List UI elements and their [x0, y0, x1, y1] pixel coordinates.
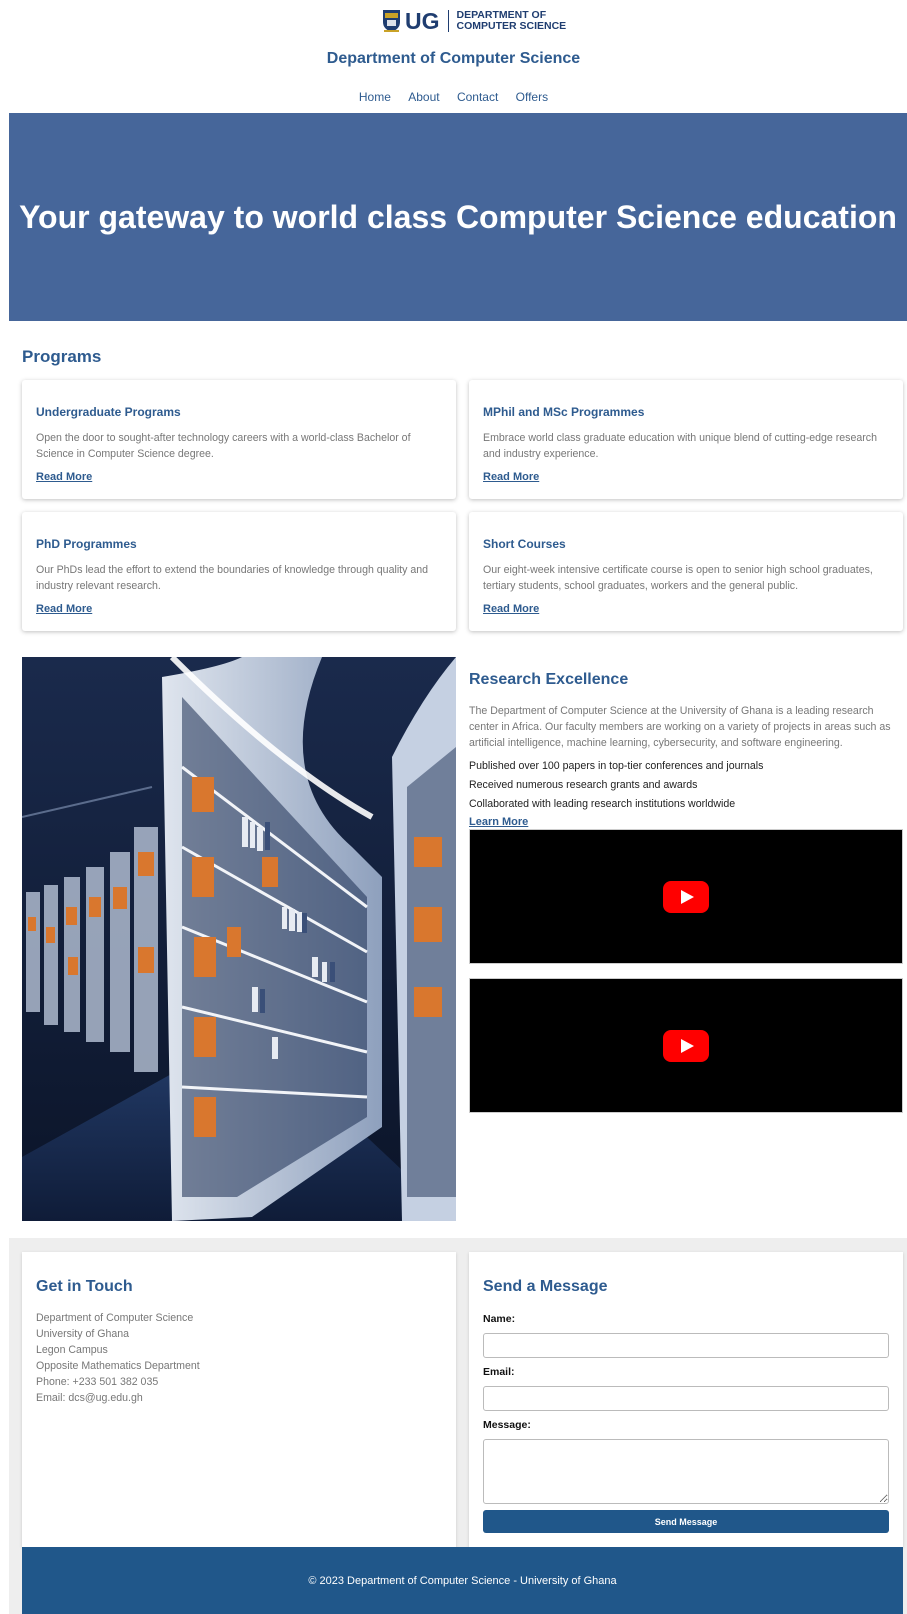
program-card-title: MPhil and MSc Programmes: [483, 405, 645, 419]
library-image: [22, 657, 456, 1221]
program-card-text: Open the door to sought-after technology…: [36, 432, 411, 460]
address-line: Opposite Mathematics Department: [36, 1360, 200, 1372]
program-card-title: Short Courses: [483, 537, 566, 551]
program-card-mphil-msc: MPhil and MSc Programmes Embrace world c…: [469, 380, 903, 499]
program-card-text: Our PhDs lead the effort to extend the b…: [36, 564, 429, 592]
program-card-phd: PhD Programmes Our PhDs lead the effort …: [22, 512, 456, 631]
program-card-short-courses: Short Courses Our eight-week intensive c…: [469, 512, 903, 631]
research-description: The Department of Computer Science at th…: [469, 705, 891, 749]
site-header: UG DEPARTMENT OF COMPUTER SCIENCE Depart…: [0, 0, 907, 113]
ug-logo[interactable]: UG DEPARTMENT OF COMPUTER SCIENCE: [382, 8, 566, 34]
nav-contact[interactable]: Contact: [457, 90, 498, 104]
email-label: Email:: [483, 1366, 515, 1378]
form-title: Send a Message: [483, 1278, 608, 1295]
hero-headline: Your gateway to world class Computer Sci…: [19, 198, 897, 235]
logo-divider: [447, 10, 449, 32]
research-highlight-item: Collaborated with leading research insti…: [469, 798, 736, 810]
message-form-card: Send a Message Name: Email: Message: Sen…: [469, 1252, 903, 1547]
youtube-play-icon[interactable]: [663, 880, 709, 913]
research-highlights: Published over 100 papers in top-tier co…: [469, 759, 763, 816]
read-more-link[interactable]: Read More: [483, 471, 539, 483]
message-field[interactable]: [483, 1439, 889, 1504]
main-nav: Home About Contact Offers: [0, 90, 907, 104]
ug-crest-icon: [383, 10, 400, 32]
youtube-play-icon[interactable]: [663, 1029, 709, 1062]
nav-about[interactable]: About: [408, 90, 439, 104]
research-highlight-item: Published over 100 papers in top-tier co…: [469, 760, 764, 772]
message-label: Message:: [483, 1419, 531, 1431]
logo-dept-line2: COMPUTER SCIENCE: [456, 20, 567, 32]
site-title: Department of Computer Science: [326, 50, 581, 67]
footer-copyright: © 2023 Department of Computer Science - …: [308, 1574, 617, 1587]
program-card-text: Our eight-week intensive certificate cou…: [483, 564, 873, 592]
learn-more-link[interactable]: Learn More: [469, 816, 528, 828]
research-title: Research Excellence: [469, 671, 629, 688]
email-field[interactable]: [483, 1386, 889, 1411]
program-card-title: PhD Programmes: [36, 537, 137, 551]
research-highlight-item: Received numerous research grants and aw…: [469, 779, 698, 791]
nav-home[interactable]: Home: [359, 90, 391, 104]
library-illustration: [22, 657, 456, 1221]
name-field[interactable]: [483, 1333, 889, 1358]
logo-dept-text: DEPARTMENT OF COMPUTER SCIENCE: [457, 10, 567, 32]
logo-ug-text: UG: [405, 7, 440, 34]
program-card-title: Undergraduate Programs: [36, 405, 181, 419]
read-more-link[interactable]: Read More: [483, 603, 539, 615]
youtube-video-embed[interactable]: [469, 978, 903, 1113]
youtube-video-embed[interactable]: [469, 829, 903, 964]
hero-banner: Your gateway to world class Computer Sci…: [9, 113, 907, 321]
read-more-link[interactable]: Read More: [36, 471, 92, 483]
contact-info-card: Get in Touch Department of Computer Scie…: [22, 1252, 456, 1547]
site-footer: © 2023 Department of Computer Science - …: [22, 1547, 903, 1614]
contact-address: Department of Computer Science Universit…: [36, 1310, 200, 1406]
programs-title: Programs: [22, 347, 102, 366]
email-line: Email: dcs@ug.edu.gh: [36, 1392, 143, 1404]
phone-line: Phone: +233 501 382 035: [36, 1376, 159, 1388]
address-line: University of Ghana: [36, 1328, 130, 1340]
program-card-text: Embrace world class graduate education w…: [483, 432, 877, 460]
nav-offers[interactable]: Offers: [516, 90, 548, 104]
read-more-link[interactable]: Read More: [36, 603, 92, 615]
send-message-button[interactable]: Send Message: [483, 1510, 889, 1533]
name-label: Name:: [483, 1313, 516, 1325]
contact-title: Get in Touch: [36, 1278, 133, 1295]
address-line: Department of Computer Science: [36, 1312, 194, 1324]
address-line: Legon Campus: [36, 1344, 108, 1356]
program-card-undergraduate: Undergraduate Programs Open the door to …: [22, 380, 456, 499]
